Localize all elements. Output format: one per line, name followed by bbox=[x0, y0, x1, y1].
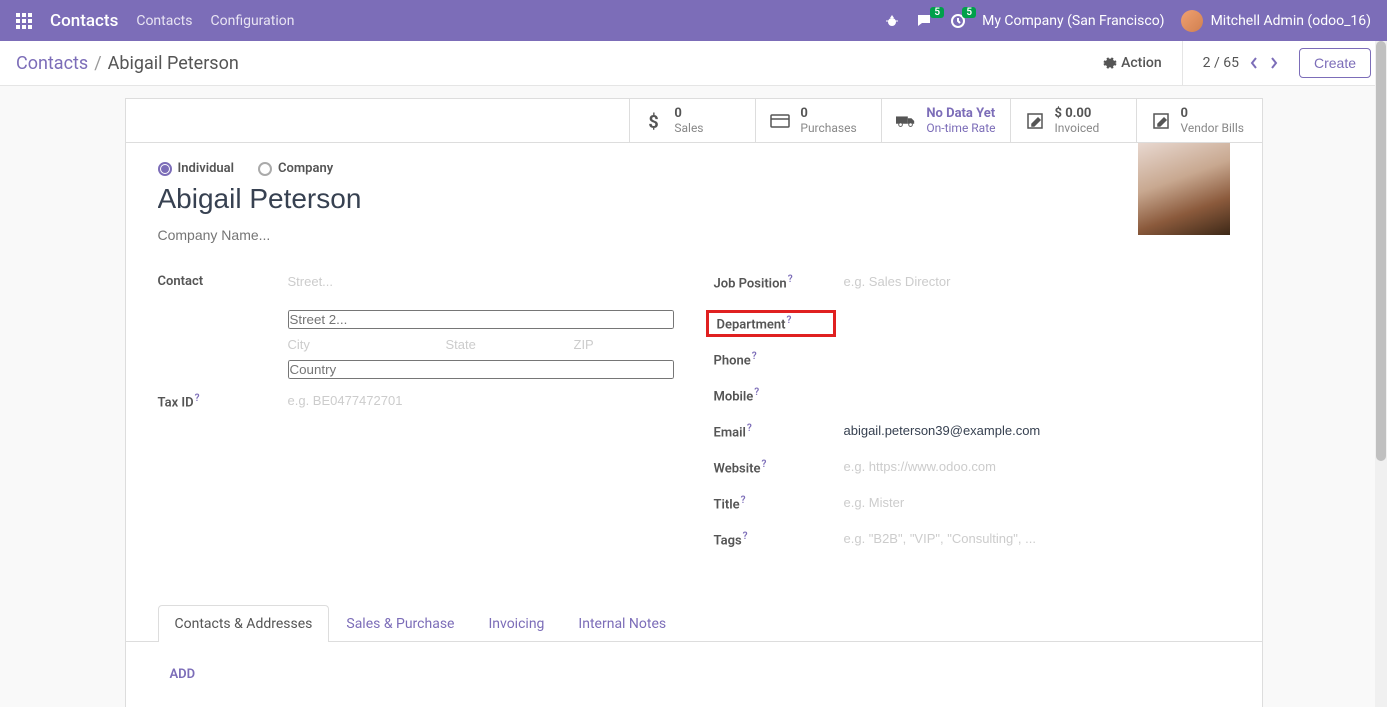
apps-icon[interactable] bbox=[16, 13, 32, 29]
stat-row: $ 0Sales 0Purchases No Data YetOn-time R… bbox=[126, 99, 1262, 143]
nav-link-contacts[interactable]: Contacts bbox=[136, 13, 192, 29]
job-position-label: Job Position? bbox=[714, 274, 844, 291]
department-label: Department? bbox=[706, 310, 836, 337]
contact-label: Contact bbox=[158, 274, 288, 289]
tags-input[interactable] bbox=[844, 531, 1230, 546]
tab-invoicing[interactable]: Invoicing bbox=[471, 605, 561, 642]
right-column: Job Position? Department? Phone? Mobile? bbox=[714, 274, 1230, 567]
contact-avatar[interactable] bbox=[1138, 143, 1230, 235]
pencil-square-icon bbox=[1025, 111, 1045, 131]
activities-icon[interactable]: 5 bbox=[950, 13, 966, 29]
tabs: Contacts & Addresses Sales & Purchase In… bbox=[126, 605, 1262, 642]
tags-label: Tags? bbox=[714, 531, 844, 548]
state-input[interactable] bbox=[446, 337, 566, 352]
stat-invoiced[interactable]: $ 0.00Invoiced bbox=[1010, 99, 1136, 142]
scrollbar-thumb[interactable] bbox=[1376, 41, 1386, 461]
stat-sales[interactable]: $ 0Sales bbox=[629, 99, 755, 142]
create-button[interactable]: Create bbox=[1299, 48, 1371, 78]
street-input[interactable] bbox=[288, 274, 674, 289]
add-button[interactable]: ADD bbox=[170, 667, 196, 682]
name-input[interactable] bbox=[158, 183, 758, 215]
pager-count: 2 / 65 bbox=[1203, 55, 1239, 71]
zip-input[interactable] bbox=[574, 337, 634, 352]
mobile-label: Mobile? bbox=[714, 387, 844, 404]
stat-vendor-bills[interactable]: 0Vendor Bills bbox=[1136, 99, 1262, 142]
bug-icon[interactable] bbox=[884, 13, 900, 29]
tab-sales-purchase[interactable]: Sales & Purchase bbox=[329, 605, 471, 642]
mobile-input[interactable] bbox=[844, 387, 1230, 402]
app-title: Contacts bbox=[50, 11, 118, 31]
user-menu[interactable]: Mitchell Admin (odoo_16) bbox=[1181, 10, 1371, 32]
action-button[interactable]: Action bbox=[1103, 55, 1162, 71]
credit-card-icon bbox=[770, 111, 790, 131]
company-name-input[interactable] bbox=[158, 227, 458, 243]
street2-input[interactable] bbox=[288, 310, 674, 329]
pager-prev[interactable] bbox=[1249, 56, 1259, 70]
email-label: Email? bbox=[714, 423, 844, 440]
stat-ontime[interactable]: No Data YetOn-time Rate bbox=[881, 99, 1009, 142]
taxid-label: Tax ID? bbox=[158, 393, 288, 410]
radio-icon bbox=[258, 162, 272, 176]
breadcrumb-root[interactable]: Contacts bbox=[16, 53, 88, 74]
svg-text:$: $ bbox=[649, 112, 659, 130]
content-scroll[interactable]: $ 0Sales 0Purchases No Data YetOn-time R… bbox=[0, 86, 1387, 707]
title-input[interactable] bbox=[844, 495, 1230, 510]
messages-badge: 5 bbox=[930, 7, 944, 18]
breadcrumb-current: Abigail Peterson bbox=[108, 53, 239, 74]
title-label: Title? bbox=[714, 495, 844, 512]
website-input[interactable] bbox=[844, 459, 1230, 474]
phone-input[interactable] bbox=[844, 351, 1230, 366]
breadcrumb-bar: Contacts / Abigail Peterson Action 2 / 6… bbox=[0, 41, 1387, 86]
nav-link-configuration[interactable]: Configuration bbox=[211, 13, 295, 29]
dollar-icon: $ bbox=[644, 111, 664, 131]
breadcrumb: Contacts / Abigail Peterson bbox=[16, 53, 239, 74]
city-input[interactable] bbox=[288, 337, 438, 352]
truck-icon bbox=[896, 111, 916, 131]
country-input[interactable] bbox=[288, 360, 674, 379]
radio-icon bbox=[158, 162, 172, 176]
taxid-input[interactable] bbox=[288, 393, 674, 408]
radio-company[interactable]: Company bbox=[258, 161, 333, 176]
form-body: Individual Company Contact bbox=[126, 143, 1262, 585]
user-avatar-icon bbox=[1181, 10, 1203, 32]
email-input[interactable] bbox=[844, 423, 1230, 438]
company-switcher[interactable]: My Company (San Francisco) bbox=[982, 13, 1164, 29]
radio-individual[interactable]: Individual bbox=[158, 161, 235, 176]
tab-content: ADD bbox=[126, 642, 1262, 706]
gear-icon bbox=[1103, 56, 1117, 70]
pager: 2 / 65 bbox=[1182, 41, 1279, 86]
activities-badge: 5 bbox=[962, 7, 976, 18]
tab-contacts-addresses[interactable]: Contacts & Addresses bbox=[158, 605, 330, 642]
messages-icon[interactable]: 5 bbox=[916, 13, 934, 29]
form-sheet: $ 0Sales 0Purchases No Data YetOn-time R… bbox=[125, 98, 1263, 707]
pencil-square-icon bbox=[1151, 111, 1171, 131]
left-column: Contact Tax ID? bbox=[158, 274, 674, 567]
tab-internal-notes[interactable]: Internal Notes bbox=[561, 605, 683, 642]
phone-label: Phone? bbox=[714, 351, 844, 368]
user-name: Mitchell Admin (odoo_16) bbox=[1211, 13, 1371, 29]
website-label: Website? bbox=[714, 459, 844, 476]
job-position-input[interactable] bbox=[844, 274, 1230, 289]
top-navbar: Contacts Contacts Configuration 5 5 My C… bbox=[0, 0, 1387, 41]
pager-next[interactable] bbox=[1269, 56, 1279, 70]
department-input[interactable] bbox=[836, 310, 1230, 325]
breadcrumb-sep: / bbox=[94, 53, 101, 74]
stat-purchases[interactable]: 0Purchases bbox=[755, 99, 881, 142]
